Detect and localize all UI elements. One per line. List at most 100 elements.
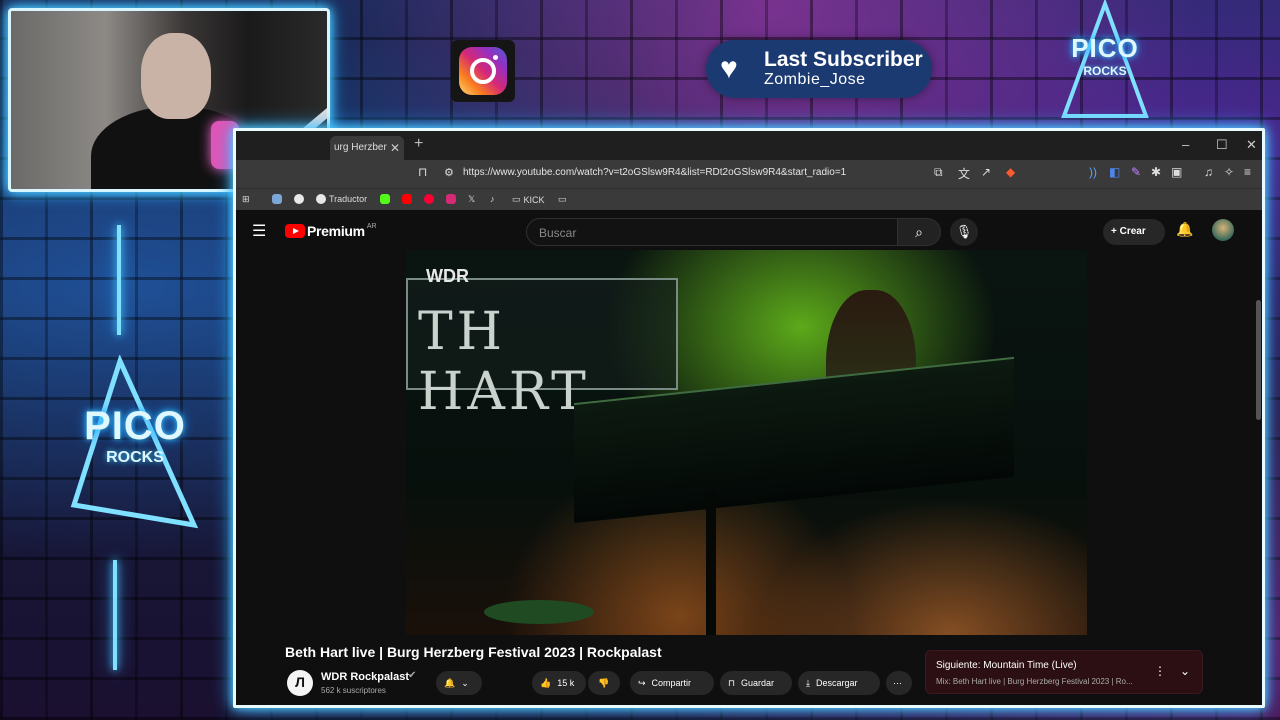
chevron-down-icon: ⌄: [461, 677, 469, 688]
site-settings-icon[interactable]: ⚙: [444, 166, 454, 179]
hamburger-menu-icon[interactable]: ☰: [252, 221, 266, 241]
google-icon[interactable]: [294, 194, 304, 204]
share-icon: ↪: [638, 677, 646, 688]
open-external-icon[interactable]: ⧉: [934, 165, 943, 180]
apps-icon[interactable]: ⊞: [242, 194, 250, 205]
screenshot-icon[interactable]: ▣: [1171, 165, 1182, 179]
share-page-icon[interactable]: ↗: [981, 165, 991, 179]
more-icon: ⋯: [893, 677, 902, 688]
minimize-icon[interactable]: –: [1182, 137, 1189, 152]
more-actions-button[interactable]: ⋯: [886, 671, 912, 695]
bookmark-folder-kick[interactable]: ▭ KICK: [512, 194, 545, 205]
like-count: 15 k: [557, 678, 575, 688]
close-tab-icon[interactable]: ✕: [390, 141, 400, 155]
thumbs-down-icon: 👎: [598, 677, 610, 688]
neon-line: [113, 560, 117, 670]
bookmark-icon[interactable]: ⊓: [418, 165, 427, 179]
tab-title: urg Herzber: [334, 142, 387, 153]
download-label: Descargar: [815, 678, 858, 688]
region-code: AR: [366, 222, 377, 230]
avatar[interactable]: [1212, 219, 1234, 241]
dislike-button[interactable]: 👎: [588, 671, 620, 695]
share-button[interactable]: ↪ Compartir: [630, 671, 714, 695]
next-video-title: Siguiente: Mountain Time (Live): [936, 660, 1077, 671]
logo-word: Premium: [307, 223, 365, 239]
create-label: Crear: [1119, 226, 1146, 237]
next-video-subtitle: Mix: Beth Hart live | Burg Herzberg Fest…: [936, 677, 1133, 686]
youtube-premium-logo[interactable]: Premium AR: [285, 223, 377, 239]
logo-text-rocks: ROCKS: [1083, 63, 1127, 78]
pico-rocks-logo: PICO ROCKS: [1060, 0, 1150, 120]
browser-window: urg Herzber ✕ + – ☐ ✕ ⊓ ⚙ https://www.yo…: [233, 128, 1265, 708]
video-info: Beth Hart live | Burg Herzberg Festival …: [236, 635, 1262, 705]
youtube-music-icon[interactable]: [424, 194, 434, 204]
like-button[interactable]: 👍 15 k: [532, 671, 586, 695]
sparkle-icon[interactable]: ✧: [1224, 165, 1234, 179]
save-button[interactable]: ⊓ Guardar: [720, 671, 792, 695]
url-text: https://www.youtube.com/watch?v=t2oGSlsw…: [463, 167, 847, 178]
maximize-icon[interactable]: ☐: [1216, 137, 1228, 153]
stage-banner: TH HART: [406, 278, 678, 422]
instagram-bookmark-icon[interactable]: [446, 194, 456, 204]
brave-shield-icon[interactable]: ◆: [1006, 165, 1015, 179]
thumbs-up-icon: 👍: [540, 677, 552, 688]
menu-icon[interactable]: ≡: [1244, 165, 1251, 179]
stool: [484, 600, 594, 624]
bell-icon: 🔔: [444, 677, 456, 688]
close-window-icon[interactable]: ✕: [1246, 137, 1257, 153]
logo-text-pico: PICO: [84, 403, 186, 448]
bookmark-label: Traductor: [329, 194, 368, 204]
folder-icon[interactable]: ▭: [558, 194, 567, 205]
create-button[interactable]: + Crear: [1103, 219, 1165, 245]
chevron-down-icon[interactable]: ⌄: [1180, 664, 1190, 678]
youtube-header: ☰ Premium AR Buscar ⌕ 🎙 + Crear 🔔: [236, 210, 1262, 250]
x-icon[interactable]: 𝕏: [468, 194, 475, 205]
new-tab-icon[interactable]: +: [414, 135, 423, 153]
bookmark-item[interactable]: [272, 194, 282, 204]
browser-toolbar: ⊓ ⚙ https://www.youtube.com/watch?v=t2oG…: [236, 160, 1262, 188]
share-label: Compartir: [651, 678, 692, 688]
kick-icon[interactable]: [380, 194, 390, 204]
title-bar: urg Herzber ✕ + – ☐ ✕: [236, 131, 1262, 160]
next-video-card[interactable]: Siguiente: Mountain Time (Live) Mix: Bet…: [925, 650, 1203, 694]
channel-name[interactable]: WDR Rockpalast: [321, 671, 409, 683]
media-icon[interactable]: ♫: [1204, 165, 1213, 179]
scrollbar[interactable]: [1256, 300, 1261, 420]
bookmark-label: KICK: [523, 194, 545, 205]
subscriber-count: 562 k suscriptores: [321, 686, 386, 695]
video-player[interactable]: TH HART WDR: [406, 250, 1087, 635]
bookmark-translator[interactable]: Traductor: [316, 194, 367, 204]
notifications-bell-icon[interactable]: 🔔: [1176, 221, 1193, 238]
last-subscriber-widget: ♥ Last Subscriber Zombie_Jose: [706, 40, 932, 98]
browser-tab[interactable]: urg Herzber ✕: [330, 136, 404, 160]
wdr-watermark: WDR: [426, 266, 469, 286]
download-button[interactable]: ⤓ Descargar: [798, 671, 880, 695]
extensions-icon[interactable]: ✱: [1151, 165, 1161, 179]
heart-icon: ♥: [720, 52, 738, 85]
translate-ext-icon[interactable]: ◧: [1109, 165, 1120, 179]
piano-leg: [706, 490, 716, 635]
video-title: Beth Hart live | Burg Herzberg Festival …: [285, 644, 662, 660]
verified-icon: ✔: [408, 670, 417, 681]
voice-search-icon[interactable]: 🎙: [950, 218, 978, 246]
youtube-icon[interactable]: [402, 194, 412, 204]
youtube-play-icon: [285, 224, 305, 238]
neon-line: [117, 225, 121, 335]
download-icon: ⤓: [806, 677, 810, 688]
pen-icon[interactable]: ✎: [1131, 165, 1141, 179]
channel-avatar[interactable]: Л: [287, 670, 313, 696]
last-subscriber-name: Zombie_Jose: [764, 71, 866, 88]
more-vert-icon[interactable]: ⋮: [1154, 664, 1166, 678]
folder-icon: ▭: [512, 194, 521, 204]
last-subscriber-title: Last Subscriber: [764, 48, 923, 71]
audio-icon[interactable]: )): [1089, 165, 1097, 179]
logo-text-rocks: ROCKS: [106, 448, 164, 466]
notifications-button[interactable]: 🔔 ⌄: [436, 671, 482, 695]
instagram-icon: [451, 40, 515, 102]
tiktok-icon[interactable]: ♪: [490, 194, 495, 204]
search-icon[interactable]: ⌕: [897, 218, 941, 246]
streamer-head: [141, 33, 211, 119]
translate-icon[interactable]: 文: [958, 165, 970, 182]
search-input[interactable]: Buscar: [526, 218, 898, 246]
address-bar[interactable]: ⚙ https://www.youtube.com/watch?v=t2oGSl…: [436, 163, 1016, 185]
